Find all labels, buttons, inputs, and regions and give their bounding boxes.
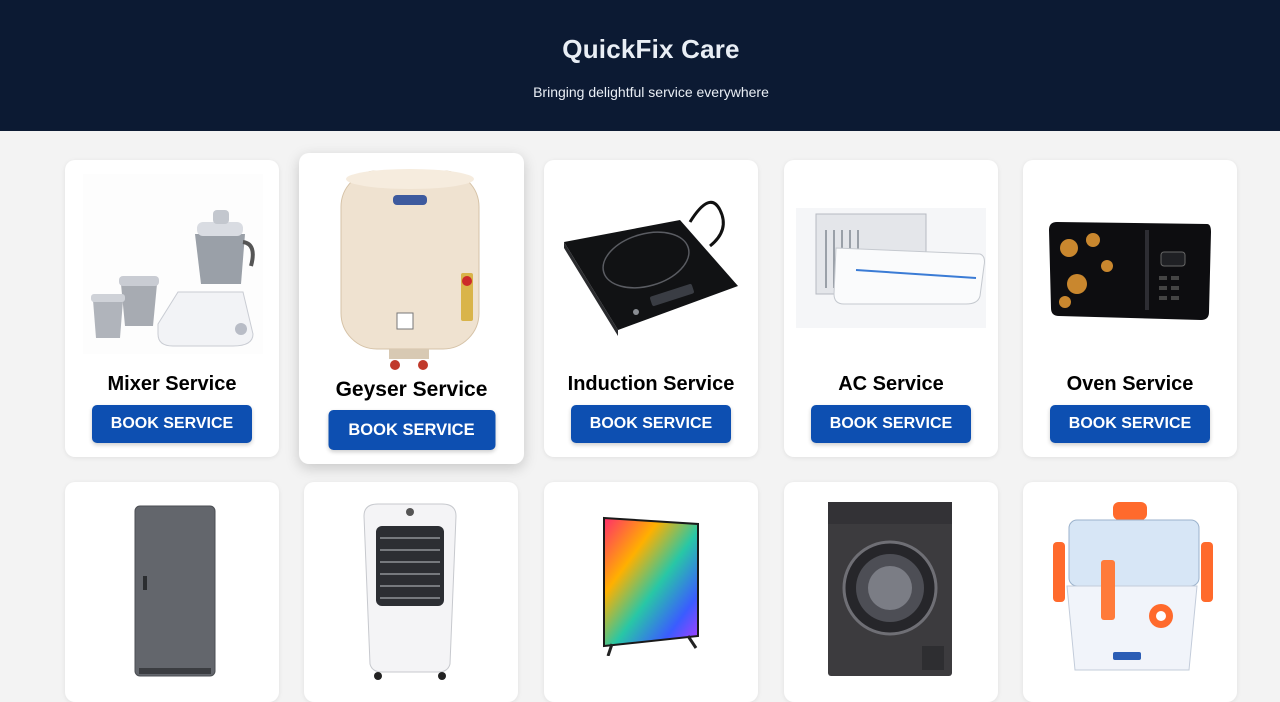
- book-service-button[interactable]: BOOK SERVICE: [328, 410, 495, 450]
- service-card-tv: [544, 482, 758, 702]
- water-heater-image: [337, 163, 485, 373]
- site-title: QuickFix Care: [562, 34, 740, 64]
- microwave-oven-image: [1047, 218, 1213, 322]
- service-card-fridge: [65, 482, 279, 702]
- air-cooler-image: [358, 500, 462, 680]
- induction-cooktop-image: [560, 190, 742, 340]
- air-conditioner-image: [796, 208, 986, 328]
- service-card-cooler: [304, 482, 518, 702]
- card-title: Mixer Service: [107, 373, 237, 395]
- juicer-image: [1049, 502, 1213, 678]
- service-card-geyser: Geyser Service BOOK SERVICE: [299, 153, 524, 464]
- refrigerator-image: [133, 504, 217, 678]
- card-title: Oven Service: [1066, 373, 1194, 395]
- washing-machine-image: [826, 500, 954, 678]
- service-card-ac: AC Service BOOK SERVICE: [784, 160, 998, 457]
- service-card-oven: Oven Service BOOK SERVICE: [1023, 160, 1237, 457]
- television-image: [600, 512, 704, 656]
- service-card-juicer: [1023, 482, 1237, 702]
- book-service-button[interactable]: BOOK SERVICE: [571, 405, 731, 443]
- site-tagline: Bringing delightful service everywhere: [533, 84, 769, 100]
- book-service-button[interactable]: BOOK SERVICE: [1050, 405, 1210, 443]
- site-header: QuickFix Care Bringing delightful servic…: [0, 0, 1280, 131]
- book-service-button[interactable]: BOOK SERVICE: [92, 405, 252, 443]
- mixer-grinder-image: [83, 174, 263, 354]
- card-title: AC Service: [838, 373, 944, 395]
- service-card-mixer: Mixer Service BOOK SERVICE: [65, 160, 279, 457]
- card-title: Geyser Service: [335, 378, 488, 401]
- service-card-induction: Induction Service BOOK SERVICE: [544, 160, 758, 457]
- card-title: Induction Service: [567, 373, 735, 395]
- book-service-button[interactable]: BOOK SERVICE: [811, 405, 971, 443]
- service-card-washing-machine: [784, 482, 998, 702]
